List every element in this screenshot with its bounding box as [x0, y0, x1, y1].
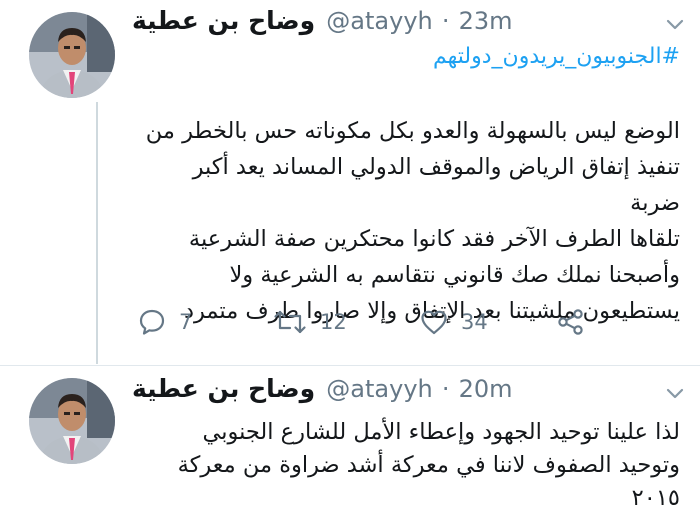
reply-button[interactable]: 7 — [137, 302, 192, 342]
reply-count: 7 — [179, 310, 193, 334]
retweet-count: 12 — [320, 310, 347, 334]
author-name[interactable]: وضاح بن عطية — [132, 374, 315, 403]
tweet-header: وضاح بن عطية @atayyh · 23m — [132, 6, 670, 40]
author-handle[interactable]: @atayyh — [326, 7, 432, 35]
tweet-text-line: ٢٠١٥ — [631, 485, 680, 511]
author-handle[interactable]: @atayyh — [326, 375, 432, 403]
tweet-actions: 7 12 34 — [132, 302, 592, 342]
chevron-down-icon[interactable] — [664, 13, 686, 35]
separator-dot: · — [441, 375, 450, 403]
tweet-text-line: وتوحيد الصفوف لاننا في معركة أشد ضراوة م… — [177, 452, 680, 478]
separator-dot: · — [441, 7, 450, 35]
avatar[interactable] — [29, 12, 115, 98]
tweet-text-line: الوضع ليس بالسهولة والعدو بكل مكوناته حس… — [145, 118, 680, 144]
share-button[interactable] — [556, 302, 586, 342]
retweet-button[interactable]: 12 — [272, 302, 347, 342]
tweet-timestamp[interactable]: 23m — [459, 7, 513, 35]
tweet[interactable]: وضاح بن عطية @atayyh · 20m لذا علينا توح… — [0, 366, 700, 511]
tweet-text-line: وأصبحنا نملك صك قانوني نتقاسم به الشرعية… — [229, 262, 680, 288]
avatar[interactable] — [29, 378, 115, 464]
tweet-text-line: لذا علينا توحيد الجهود وإعطاء الأمل للشا… — [202, 419, 680, 445]
tweet-text-line: تنفيذ إتفاق الرياض والموقف الدولي المسان… — [192, 154, 680, 216]
chevron-down-icon[interactable] — [664, 382, 686, 404]
share-icon — [558, 309, 583, 335]
tweet-text: لذا علينا توحيد الجهود وإعطاء الأمل للشا… — [140, 416, 680, 515]
tweet-text: الوضع ليس بالسهولة والعدو بكل مكوناته حس… — [140, 113, 680, 329]
tweet-text-line: تلقاها الطرف الآخر فقد كانوا محتكرين صفة… — [188, 226, 680, 252]
retweet-icon — [274, 310, 306, 334]
avatar-image — [29, 12, 115, 98]
tweet-header: وضاح بن عطية @atayyh · 20m — [132, 374, 670, 408]
avatar-image — [29, 378, 115, 464]
hashtag-link[interactable]: #الجنوبيون_يريدون_دولتهم — [433, 44, 680, 69]
author-name[interactable]: وضاح بن عطية — [132, 6, 315, 35]
comment-bubble-icon — [139, 309, 165, 335]
thread-connector-line — [96, 102, 98, 364]
like-button[interactable]: 34 — [419, 302, 488, 342]
like-count: 34 — [461, 310, 488, 334]
heart-icon — [421, 310, 447, 335]
tweet[interactable]: وضاح بن عطية @atayyh · 23m #الجنوبيون_ير… — [0, 0, 700, 366]
tweet-timestamp[interactable]: 20m — [459, 375, 513, 403]
